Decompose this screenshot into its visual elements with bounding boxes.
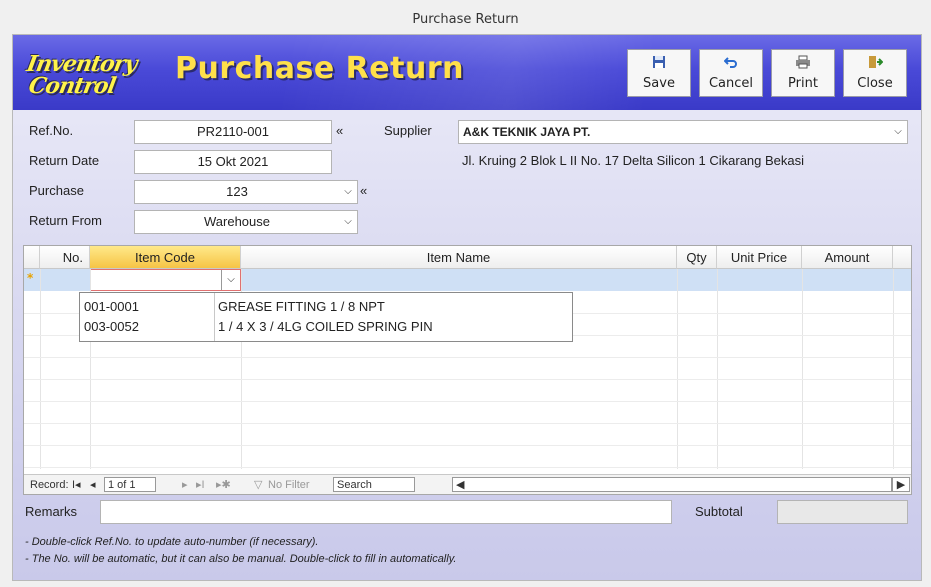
exit-door-icon [844,54,906,76]
purchase-refresh-marker[interactable]: « [360,183,367,198]
return-date-label: Return Date [29,153,100,168]
subtotal-field [777,500,908,524]
refno-label: Ref.No. [29,123,74,138]
record-position-field[interactable]: 1 of 1 [104,477,156,492]
cancel-button[interactable]: Cancel [699,49,763,97]
print-button[interactable]: Print [771,49,835,97]
search-input[interactable]: Search [333,477,415,492]
dropdown-item-code: 003-0052 [84,319,139,334]
chevron-down-icon[interactable]: ⌵ [889,121,907,143]
next-record-button[interactable]: ▸ [182,477,188,493]
supplier-select[interactable]: A&K TEKNIK JAYA PT. ⌵ [458,120,908,144]
items-grid: No. Item Code Item Name Qty Unit Price A… [23,245,912,495]
purchase-select[interactable]: 123 ⌵ [134,180,358,204]
chevron-down-icon[interactable]: ⌵ [339,181,357,203]
undo-arrow-icon [700,54,762,76]
record-navigation-bar: Record: I◂ ◂ 1 of 1 ▸ ▸I ▸✱ ▽ No Filter … [24,474,911,494]
scroll-right-button[interactable]: ▶ [892,477,910,492]
horizontal-scrollbar[interactable]: ◀ [452,477,892,492]
help-note-1: - Double-click Ref.No. to update auto-nu… [25,536,319,548]
subtotal-label: Subtotal [695,504,743,519]
dropdown-item-name: GREASE FITTING 1 / 8 NPT [218,299,385,314]
dropdown-item-code: 001-0001 [84,299,139,314]
item-code-combo[interactable]: ⌵ [90,269,241,291]
print-label: Print [788,76,818,91]
supplier-label: Supplier [384,123,432,138]
filter-icon: ▽ [254,479,263,491]
logo-line-2: Control [26,73,118,99]
return-from-label: Return From [29,213,102,228]
form-header: Inventory Control Purchase Return Save C… [13,35,921,110]
save-button[interactable]: Save [627,49,691,97]
last-record-button[interactable]: ▸I [196,477,205,493]
first-record-button[interactable]: I◂ [72,477,81,493]
save-label: Save [643,76,675,91]
new-record-button[interactable]: ▸✱ [216,477,231,493]
dropdown-item-name: 1 / 4 X 3 / 4LG COILED SPRING PIN [218,319,433,334]
page-title: Purchase Return [175,51,464,86]
dropdown-item[interactable]: 003-0052 1 / 4 X 3 / 4LG COILED SPRING P… [80,317,572,337]
col-qty-header[interactable]: Qty [677,246,717,269]
printer-icon [772,54,834,76]
close-label: Close [857,76,893,91]
col-amount-header[interactable]: Amount [802,246,893,269]
purchase-value: 123 [226,184,248,199]
remarks-label: Remarks [25,504,78,519]
refno-refresh-marker[interactable]: « [336,123,343,138]
item-code-dropdown-list: 001-0001 GREASE FITTING 1 / 8 NPT 003-00… [79,292,573,342]
record-label: Record: [30,479,69,491]
floppy-disk-icon [628,54,690,76]
col-no-header[interactable]: No. [40,246,90,269]
col-item-code-header[interactable]: Item Code [90,246,241,269]
cancel-label: Cancel [708,76,754,91]
dropdown-item[interactable]: 001-0001 GREASE FITTING 1 / 8 NPT [80,297,572,317]
refno-field[interactable]: PR2110-001 [134,120,332,144]
window-title: Purchase Return [0,0,931,34]
inventory-control-logo: Inventory Control [23,51,151,99]
chevron-down-icon[interactable]: ⌵ [339,211,357,233]
purchase-label: Purchase [29,183,84,198]
row-selector-header[interactable] [24,246,40,269]
close-button[interactable]: Close [843,49,907,97]
return-date-field[interactable]: 15 Okt 2021 [134,150,332,174]
return-from-select[interactable]: Warehouse ⌵ [134,210,358,234]
return-from-value: Warehouse [204,214,270,229]
no-filter-button[interactable]: No Filter [268,477,310,493]
help-note-2: - The No. will be automatic, but it can … [25,553,457,565]
chevron-down-icon[interactable]: ⌵ [221,270,240,290]
supplier-value: A&K TEKNIK JAYA PT. [463,125,591,139]
new-record-marker: * [27,271,34,285]
col-item-name-header[interactable]: Item Name [241,246,677,269]
col-unit-price-header[interactable]: Unit Price [717,246,802,269]
prev-record-button[interactable]: ◂ [90,477,96,493]
supplier-address: Jl. Kruing 2 Blok L II No. 17 Delta Sili… [462,153,805,168]
remarks-field[interactable] [100,500,672,524]
